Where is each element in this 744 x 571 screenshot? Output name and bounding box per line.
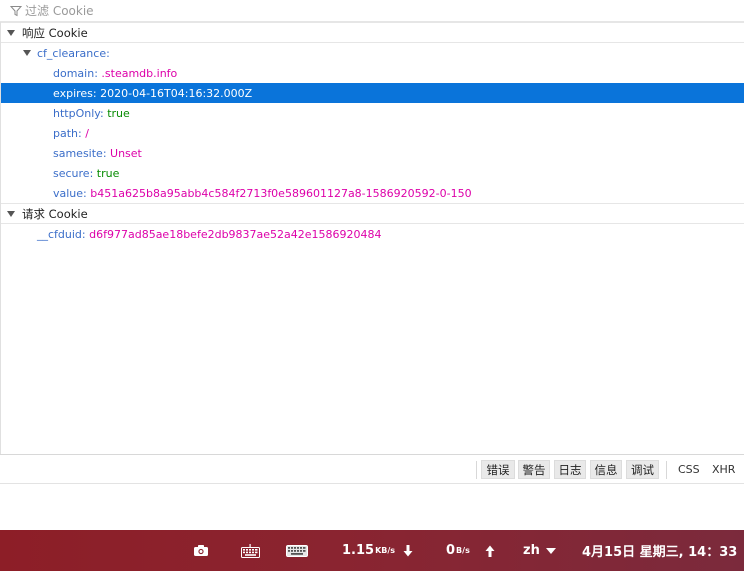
cookie-field-row[interactable]: secure: true xyxy=(1,163,744,183)
download-arrow-icon xyxy=(403,544,413,556)
upload-arrow-icon xyxy=(485,545,495,557)
download-speed-value: 1.15 xyxy=(342,543,375,558)
filter-input-placeholder[interactable]: 过滤 Cookie xyxy=(25,2,94,19)
expand-arrow-icon[interactable] xyxy=(7,210,15,217)
expand-arrow-icon[interactable] xyxy=(23,50,31,56)
filter-warnings-button[interactable]: 警告 xyxy=(518,460,550,479)
cookie-field-row[interactable]: httpOnly: true xyxy=(1,103,744,123)
camera-icon xyxy=(194,545,208,556)
filter-icon xyxy=(10,5,22,16)
response-cookies-header[interactable]: 响应 Cookie xyxy=(1,22,744,43)
input-method-selector[interactable]: zh xyxy=(523,530,556,571)
request-cookies-header[interactable]: 请求 Cookie xyxy=(1,203,744,224)
cookie-field-key: samesite: xyxy=(53,146,107,160)
cookie-filter-bar[interactable]: 过滤 Cookie xyxy=(0,0,744,22)
toolbar-separator xyxy=(476,461,477,479)
cookie-field-key: value: xyxy=(53,186,87,200)
cookie-field-row[interactable]: samesite: Unset xyxy=(1,143,744,163)
cookie-tree: 响应 Cookie cf_clearance: domain: .steamdb… xyxy=(0,22,744,454)
clock[interactable]: 4月15日 星期三, 14：33 xyxy=(582,530,737,571)
input-method-label: zh xyxy=(523,543,540,558)
download-speed-unit: KB/s xyxy=(375,546,396,555)
cookie-field-value: Unset xyxy=(110,146,142,160)
console-input[interactable] xyxy=(0,484,744,530)
cookie-field-value: .steamdb.info xyxy=(101,66,178,80)
system-taskbar: 1.15 KB/s 0 B/s zh 4月15日 星期三, 14：33 xyxy=(0,530,744,571)
request-cookie-row[interactable]: __cfduid: d6f977ad85ae18befe2db9837ae52a… xyxy=(1,224,744,244)
filter-xhr-button[interactable]: XHR xyxy=(712,460,735,479)
filter-debug-button[interactable]: 调试 xyxy=(626,460,659,479)
cookie-field-key: domain: xyxy=(53,66,98,80)
cookie-field-key: secure: xyxy=(53,166,94,180)
toolbar-separator xyxy=(666,461,667,479)
keyboard-layout-button[interactable] xyxy=(241,530,260,571)
chevron-down-icon xyxy=(545,547,556,554)
console-filter-toolbar: 错误 警告 日志 信息 调试 CSS XHR xyxy=(0,454,744,484)
cookie-key: __cfduid: xyxy=(37,227,86,241)
response-cookies-title: 响应 Cookie xyxy=(22,25,88,40)
cookie-value: d6f977ad85ae18befe2db9837ae52a42e1586920… xyxy=(89,227,382,241)
cookie-field-value: / xyxy=(85,126,89,140)
upload-speed: 0 B/s xyxy=(446,530,495,571)
cookie-field-row[interactable]: domain: .steamdb.info xyxy=(1,63,744,83)
cookie-field-value: true xyxy=(107,106,130,120)
cookie-field-key: httpOnly: xyxy=(53,106,104,120)
onscreen-keyboard-button[interactable] xyxy=(286,530,308,571)
cookie-field-row[interactable]: expires: 2020-04-16T04:16:32.000Z xyxy=(1,83,744,103)
onscreen-keyboard-icon xyxy=(286,544,308,557)
cookie-name: cf_clearance: xyxy=(37,46,110,60)
filter-errors-button[interactable]: 错误 xyxy=(481,460,515,479)
cookie-node-cf-clearance[interactable]: cf_clearance: xyxy=(1,43,744,63)
cookie-field-row[interactable]: value: b451a625b8a95abb4c584f2713f0e5896… xyxy=(1,183,744,203)
request-cookies-title: 请求 Cookie xyxy=(22,206,88,221)
keyboard-icon xyxy=(241,543,260,558)
cookie-field-key: expires: xyxy=(53,86,97,100)
cookie-field-row[interactable]: path: / xyxy=(1,123,744,143)
expand-arrow-icon[interactable] xyxy=(7,29,15,36)
upload-speed-unit: B/s xyxy=(456,546,470,555)
filter-logs-button[interactable]: 日志 xyxy=(554,460,586,479)
cookie-field-key: path: xyxy=(53,126,82,140)
cookie-field-value: true xyxy=(96,166,120,180)
cookie-field-value: b451a625b8a95abb4c584f2713f0e589601127a8… xyxy=(90,186,472,200)
upload-speed-value: 0 xyxy=(446,543,456,558)
filter-info-button[interactable]: 信息 xyxy=(590,460,622,479)
screenshot-button[interactable] xyxy=(193,530,209,571)
cookie-field-value: 2020-04-16T04:16:32.000Z xyxy=(100,86,253,100)
clock-text: 4月15日 星期三, 14：33 xyxy=(582,545,738,560)
download-speed: 1.15 KB/s xyxy=(342,530,413,571)
filter-css-button[interactable]: CSS xyxy=(678,460,700,479)
